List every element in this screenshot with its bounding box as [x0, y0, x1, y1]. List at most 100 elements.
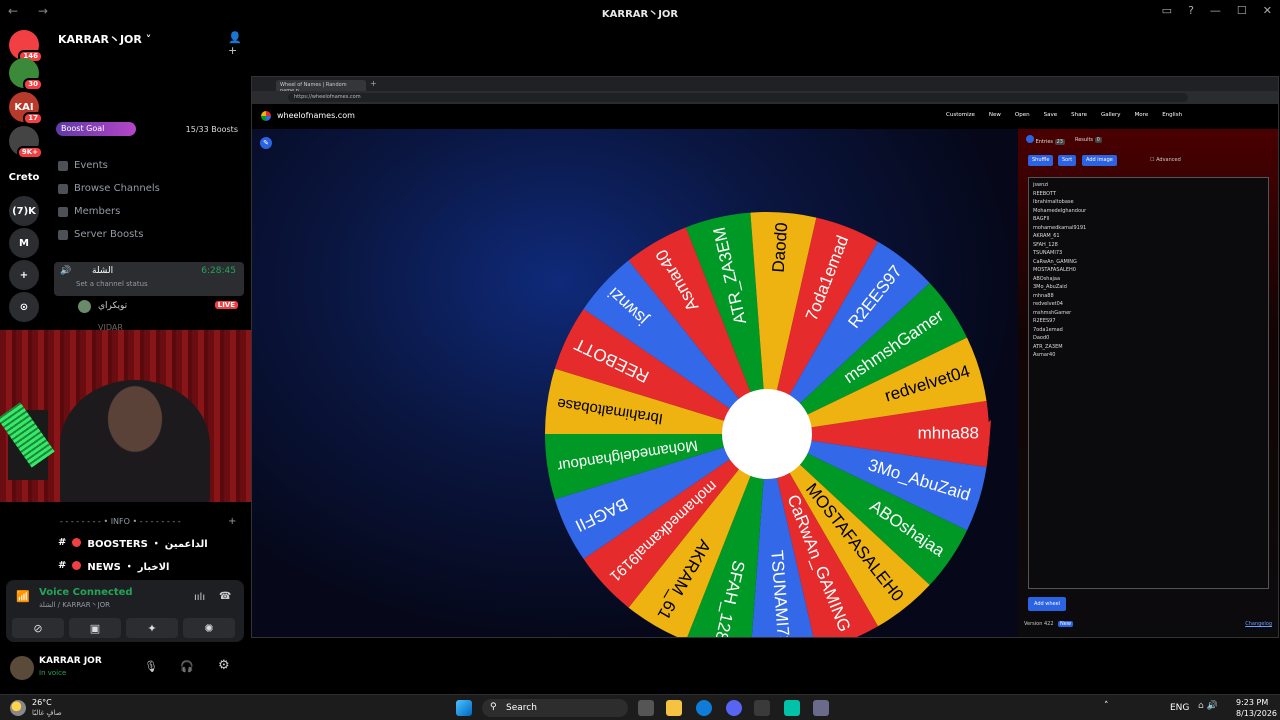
clock-time[interactable]: 9:23 PM	[1236, 698, 1268, 707]
tab-results-label: Results	[1074, 137, 1094, 143]
user-name: KARRAR JOR	[39, 656, 102, 666]
close-button[interactable]: ✕	[1263, 4, 1272, 17]
server-name-label: KARRAR丶JOR	[58, 33, 142, 46]
channel-status[interactable]: Set a channel status	[76, 280, 148, 288]
nav-server-boosts[interactable]: Server Boosts	[58, 229, 143, 240]
shuffle-button[interactable]: Shuffle	[1028, 155, 1054, 166]
server-icon[interactable]: (7)K	[9, 196, 39, 226]
nav-members[interactable]: Members	[58, 206, 120, 217]
disconnect-icon[interactable]: ☎	[219, 591, 231, 602]
edit-icon[interactable]: ✎	[260, 137, 272, 149]
menu-item-save[interactable]: Save	[1044, 112, 1058, 118]
browser-tab[interactable]: Wheel of Names | Random name p...	[276, 80, 366, 94]
server-icon[interactable]: 9K+	[9, 126, 43, 159]
menu-item-customize[interactable]: Customize	[946, 112, 975, 118]
advanced-label: Advanced	[1156, 157, 1181, 163]
name-wheel[interactable]: mhna883Mo_AbuZaidABOshajaaMOSTAFASALEH0C…	[542, 209, 992, 638]
boost-icon	[58, 229, 68, 240]
soundboard-icon[interactable]: ıılı	[194, 592, 205, 603]
discord-icon[interactable]	[726, 700, 742, 716]
nav-members-label: Members	[74, 206, 121, 217]
screen-share-view: Wheel of Names | Random name p... + http…	[251, 76, 1279, 638]
add-member-icon[interactable]: 👤+	[228, 31, 248, 57]
add-image-button[interactable]: Add image	[1082, 155, 1117, 166]
channel-boosters-label: BOOSTERS ・ الداعمين	[87, 539, 208, 550]
chevron-up-icon[interactable]: ˄	[1104, 701, 1109, 711]
voice-member[interactable]: تويكراي LIVE	[78, 300, 238, 314]
search-box[interactable]: ⚲ Search	[482, 699, 628, 717]
new-tab-icon[interactable]: +	[370, 79, 377, 88]
weather-icon[interactable]	[10, 700, 26, 716]
menu-item-new[interactable]: New	[989, 112, 1001, 118]
voice-channel[interactable]: 🔊 الشلة 6:28:45 Set a channel status	[54, 262, 244, 296]
server-icon[interactable]: ⊙	[9, 292, 39, 322]
activities-button[interactable]: ✦	[126, 618, 178, 638]
maximize-button[interactable]: ☐	[1237, 4, 1247, 17]
menu-item-more[interactable]: More	[1135, 112, 1149, 118]
menu-item-open[interactable]: Open	[1015, 112, 1030, 118]
boost-goal[interactable]: Boost Goal 15/33 Boosts	[56, 122, 242, 136]
signal-icon: 📶	[16, 590, 30, 603]
voice-connected-panel: 📶 Voice Connected الشلة / KARRAR丶JOR ııl…	[6, 580, 244, 642]
tab-entries[interactable]: Entries 23	[1026, 135, 1065, 145]
wheel-app-bar: wheelofnames.com Customize New Open Save Sha…	[252, 104, 1278, 129]
network-volume-icons[interactable]: ⌂ 🔊	[1198, 701, 1218, 711]
site-menu: Customize New Open Save Share Gallery More Engl…	[946, 112, 1182, 118]
headphones-icon[interactable]: 🎧	[180, 660, 194, 673]
edge-icon[interactable]	[696, 700, 712, 716]
screen-share-button[interactable]: ▣	[69, 618, 121, 638]
microphone-icon[interactable]: 🎙	[144, 660, 158, 673]
minimize-button[interactable]: —	[1210, 4, 1221, 17]
wheel-stage: ✎ mhna88 3Mo_AbuZaid ABOshajaa MOSTAFASALEH…	[252, 129, 1018, 638]
hash-icon: #	[58, 537, 67, 548]
url-field[interactable]: https://wheelofnames.com	[288, 93, 1188, 102]
menu-item-gallery[interactable]: Gallery	[1101, 112, 1121, 118]
site-name[interactable]: wheelofnames.com	[277, 111, 355, 120]
windows-start-icon[interactable]	[456, 700, 472, 716]
browser-tabs: Wheel of Names | Random name p... +	[252, 77, 1278, 94]
entry-item: TSUNAMI73	[1033, 250, 1063, 256]
nav-browse-channels[interactable]: Browse Channels	[58, 183, 160, 194]
category-info[interactable]: - - - - - - - - • INFO • - - - - - - - -	[60, 517, 181, 526]
menu-item-english[interactable]: English	[1162, 112, 1182, 118]
channel-news[interactable]: # NEWS ・ الاخبار	[58, 558, 169, 573]
nav-events[interactable]: Events	[58, 160, 108, 171]
server-icon[interactable]: 146	[9, 30, 43, 63]
task-view-icon[interactable]	[638, 700, 654, 716]
server-icon[interactable]: KAI 17	[9, 92, 43, 125]
language-indicator[interactable]: ENG	[1170, 703, 1189, 713]
inbox-icon[interactable]: ▭	[1162, 4, 1172, 17]
voice-status[interactable]: Voice Connected	[39, 587, 133, 598]
server-icon[interactable]: M	[9, 228, 39, 258]
settings-gear-icon[interactable]: ⚙	[218, 658, 230, 673]
voice-channel-name: الشلة	[92, 266, 114, 276]
entry-item: Asmar40	[1033, 352, 1056, 358]
calculator-icon[interactable]	[754, 700, 770, 716]
avatar[interactable]	[10, 656, 34, 680]
channels-icon	[58, 183, 68, 194]
weather-desc: صافٍ غالبًا	[32, 709, 62, 717]
entry-item: CaRwAn_GAMING	[1033, 258, 1077, 265]
help-icon[interactable]: ?	[1188, 4, 1194, 17]
add-wheel-button[interactable]: Add wheel	[1028, 597, 1067, 611]
tab-results[interactable]: Results 0	[1075, 137, 1102, 143]
clock-date[interactable]: 8/13/2026	[1236, 709, 1277, 718]
add-channel-icon[interactable]: +	[228, 516, 236, 527]
app-icon[interactable]	[784, 700, 800, 716]
camera-off-button[interactable]: ⊘	[12, 618, 64, 638]
sort-button[interactable]: Sort	[1058, 155, 1077, 166]
channel-boosters[interactable]: # BOOSTERS ・ الداعمين	[58, 535, 208, 550]
wheel-center[interactable]	[722, 389, 812, 479]
file-explorer-icon[interactable]	[666, 700, 682, 716]
server-icon[interactable]: Creto	[9, 162, 39, 192]
settings-icon[interactable]	[813, 700, 829, 716]
menu-item-share[interactable]: Share	[1071, 112, 1087, 118]
changelog-link[interactable]: Changelog	[1245, 621, 1272, 627]
soundboard-button[interactable]: ✺	[183, 618, 235, 638]
activities-icon: ✦	[147, 621, 157, 635]
server-icon[interactable]: +	[9, 260, 39, 290]
server-icon[interactable]: 30	[9, 58, 43, 91]
entries-textarea[interactable]: jswnzi REEBOTT Ibrahimaltobase Mohamedelgha…	[1028, 177, 1269, 589]
advanced-checkbox[interactable]: ☐ Advanced	[1150, 157, 1181, 163]
server-name[interactable]: KARRAR丶JOR ˅	[58, 31, 151, 47]
